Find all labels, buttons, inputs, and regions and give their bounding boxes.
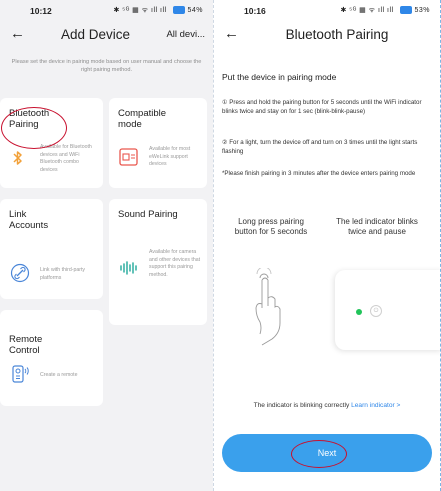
card-title: Link Accounts	[9, 209, 49, 232]
battery-level: 53%	[414, 7, 430, 14]
status-icons: ✱ ⁵ᴳ ▦ ᯤ ıll ıll 53%	[340, 6, 430, 15]
card-compatible-mode[interactable]: Compatible mode Available for most eWeLi…	[109, 98, 207, 188]
card-description: Available for most eWeLink support devic…	[149, 146, 191, 168]
remote-icon	[12, 365, 29, 383]
status-icons: ✱ ⁵ᴳ ▦ ᯤ ıll ıll 54%	[113, 6, 203, 15]
battery-level: 54%	[187, 7, 203, 14]
card-sound-pairing[interactable]: Sound Pairing Available for camera and o…	[109, 199, 207, 325]
page-title: Bluetooth Pairing	[285, 27, 389, 42]
status-bar: 10:12 ✱ ⁵ᴳ ▦ ᯤ ıll ıll 54%	[0, 0, 213, 22]
header: ← Bluetooth Pairing	[214, 22, 440, 48]
page-title: Add Device	[60, 27, 131, 42]
status-signal-icons: ✱ ⁵ᴳ ▦ ᯤ ıll ıll	[113, 7, 167, 14]
card-link-accounts[interactable]: Link Accounts Link with third-party plat…	[0, 199, 103, 299]
status-time: 10:12	[30, 6, 52, 16]
device-button-icon: ⏻	[370, 305, 382, 317]
link-icon	[10, 263, 30, 283]
battery-icon	[400, 6, 413, 15]
card-title: Remote Control	[9, 334, 43, 357]
next-button[interactable]: Next	[222, 434, 432, 472]
illustration-left-label: Long press pairing button for 5 seconds	[234, 217, 308, 237]
card-description: Available for Bluetooth devices and WiFi…	[40, 144, 92, 173]
card-description: Link with third-party platforms	[40, 267, 85, 281]
bluetooth-icon	[13, 151, 22, 165]
card-bluetooth-pairing[interactable]: Bluetooth Pairing Available for Bluetoot…	[0, 98, 103, 188]
status-time: 10:16	[244, 6, 266, 16]
status-bar: 10:16 ✱ ⁵ᴳ ▦ ᯤ ıll ıll 53%	[214, 0, 440, 22]
card-title: Bluetooth Pairing	[9, 108, 50, 131]
card-title: Compatible mode	[118, 108, 167, 131]
pairing-note: *Please finish pairing in 3 minutes afte…	[222, 170, 416, 177]
bluetooth-pairing-screen: 10:16 ✱ ⁵ᴳ ▦ ᯤ ıll ıll 53% ← Bluetooth P…	[213, 0, 441, 491]
compatible-mode-icon	[119, 148, 138, 166]
card-description: Create a remote	[40, 372, 78, 378]
section-title: Put the device in pairing mode	[222, 72, 337, 82]
battery-icon	[173, 6, 186, 15]
learn-indicator-link[interactable]: Learn indicator >	[351, 402, 400, 409]
all-devices-button[interactable]: All devi...	[166, 29, 205, 40]
hand-press-icon	[255, 268, 281, 346]
step-2-text: ② For a light, turn the device off and t…	[222, 139, 418, 155]
device-illustration	[335, 270, 440, 350]
add-device-screen: 10:12 ✱ ⁵ᴳ ▦ ᯤ ıll ıll 54% ← Add Device …	[0, 0, 213, 491]
header: ← Add Device All devi...	[0, 22, 213, 48]
sound-wave-icon	[120, 261, 137, 275]
step-1-text: ① Press and hold the pairing button for …	[222, 99, 422, 115]
blink-status-text: The indicator is blinking correctly	[253, 402, 350, 409]
blink-status-row: The indicator is blinking correctly Lear…	[214, 402, 440, 409]
pairing-instruction: Please set the device in pairing mode ba…	[11, 59, 202, 74]
illustration-right-label: The led indicator blinks twice and pause	[336, 217, 418, 237]
led-indicator-icon	[356, 309, 362, 315]
card-remote-control[interactable]: Remote Control Create a remote	[0, 310, 103, 406]
status-signal-icons: ✱ ⁵ᴳ ▦ ᯤ ıll ıll	[340, 7, 394, 14]
card-description: Available for camera and other devices t…	[149, 249, 201, 278]
card-title: Sound Pairing	[118, 209, 178, 220]
